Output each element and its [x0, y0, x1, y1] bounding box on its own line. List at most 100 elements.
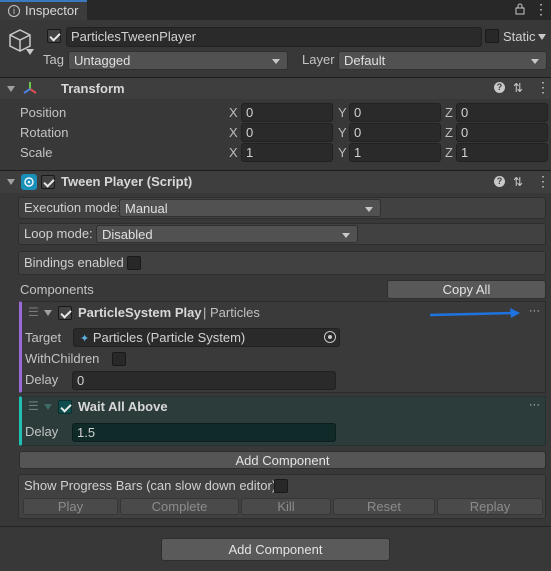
tween-player-title: Tween Player (Script)	[61, 174, 193, 189]
bindings-enabled-label: Bindings enabled	[24, 255, 124, 270]
component-title: Wait All Above	[78, 399, 168, 414]
tag-dropdown[interactable]: Untagged	[68, 51, 288, 70]
static-label: Static	[503, 29, 536, 44]
tab-title: Inspector	[25, 3, 79, 18]
scale-x-field[interactable]: 1	[241, 143, 333, 162]
rotation-y-field[interactable]: 0	[349, 123, 441, 142]
component-more-icon[interactable]: ···	[529, 398, 540, 412]
chevron-down-icon	[272, 59, 280, 64]
component-title: ParticleSystem Play	[78, 305, 202, 320]
chevron-down-icon	[342, 233, 350, 238]
layer-dropdown[interactable]: Default	[338, 51, 547, 70]
script-enabled-checkbox[interactable]	[41, 175, 55, 189]
loop-mode-label: Loop mode:	[24, 226, 93, 241]
object-name-field[interactable]: ParticlesTweenPlayer	[66, 27, 482, 47]
with-children-checkbox[interactable]	[112, 352, 126, 366]
replay-button[interactable]: Replay	[437, 498, 543, 515]
position-y-field[interactable]: 0	[349, 103, 441, 122]
static-checkbox[interactable]	[485, 29, 499, 43]
execution-mode-dropdown[interactable]: Manual	[119, 199, 381, 217]
loop-mode-dropdown[interactable]: Disabled	[96, 225, 358, 243]
reset-button[interactable]: Reset	[333, 498, 435, 515]
show-progress-checkbox[interactable]	[274, 479, 288, 493]
component-enabled-checkbox[interactable]	[58, 400, 72, 414]
target-object-field[interactable]: ✦ Particles (Particle System)	[73, 328, 340, 347]
particle-system-icon: ✦	[80, 333, 90, 345]
kill-button[interactable]: Kill	[241, 498, 331, 515]
transform-title: Transform	[61, 81, 125, 96]
chevron-down-icon	[531, 59, 539, 64]
add-component-button[interactable]: Add Component	[161, 538, 390, 561]
add-tween-component-button[interactable]: Add Component	[19, 451, 546, 469]
axis-z-label[interactable]: Z	[445, 104, 453, 122]
lock-icon[interactable]	[515, 3, 525, 18]
axis-y-label[interactable]: Y	[338, 144, 347, 162]
foldout-arrow[interactable]	[7, 179, 15, 185]
axis-y-label[interactable]: Y	[338, 104, 347, 122]
axis-z-label[interactable]: Z	[445, 144, 453, 162]
scale-y-field[interactable]: 1	[349, 143, 441, 162]
layer-label: Layer	[302, 52, 335, 67]
more-menu-icon[interactable]: ⋮	[536, 80, 550, 94]
components-label: Components	[20, 282, 94, 297]
drag-handle-icon[interactable]: ☰	[28, 305, 39, 319]
active-checkbox[interactable]	[47, 29, 61, 43]
component-more-icon[interactable]: ···	[529, 304, 540, 318]
position-z-field[interactable]: 0	[456, 103, 548, 122]
tag-value: Untagged	[74, 53, 131, 68]
row-label: Position	[20, 105, 67, 120]
transform-header[interactable]: Transform ? ⇅ ⋮	[0, 77, 551, 99]
foldout-arrow[interactable]	[44, 404, 52, 410]
bindings-enabled-checkbox[interactable]	[127, 256, 141, 270]
row-label: Scale	[20, 145, 53, 160]
delay-field[interactable]: 0	[72, 371, 336, 390]
delay-label: Delay	[25, 372, 59, 387]
execution-mode-value: Manual	[125, 201, 168, 216]
loop-mode-value: Disabled	[102, 227, 153, 242]
row-label: Rotation	[20, 125, 69, 140]
component-enabled-checkbox[interactable]	[58, 306, 72, 320]
object-picker-icon[interactable]	[324, 331, 336, 343]
annotation-arrow	[428, 308, 522, 323]
position-x-field[interactable]: 0	[241, 103, 333, 122]
foldout-arrow[interactable]	[7, 86, 15, 92]
transform-icon	[22, 81, 38, 100]
axis-y-label[interactable]: Y	[338, 124, 347, 142]
copy-all-button[interactable]: Copy All	[387, 280, 546, 299]
target-value: Particles (Particle System)	[92, 330, 246, 345]
tag-label: Tag	[43, 52, 64, 67]
delay-label: Delay	[25, 424, 59, 439]
drag-handle-icon[interactable]: ☰	[28, 399, 39, 413]
section-divider	[0, 526, 551, 527]
icon-dropdown-arrow[interactable]	[26, 49, 34, 55]
axis-x-label[interactable]: X	[229, 144, 238, 162]
play-button[interactable]: Play	[23, 498, 118, 515]
complete-button[interactable]: Complete	[120, 498, 239, 515]
delay-field[interactable]: 1.5	[72, 423, 336, 442]
axis-x-label[interactable]: X	[229, 124, 238, 142]
show-progress-label: Show Progress Bars (can slow down editor…	[24, 478, 277, 493]
help-icon[interactable]: ?	[494, 82, 505, 93]
rotation-x-field[interactable]: 0	[241, 123, 333, 142]
more-menu-icon[interactable]: ⋮	[534, 2, 548, 16]
help-icon[interactable]: ?	[494, 176, 505, 187]
component-subtitle: | Particles	[203, 305, 260, 320]
info-icon: i	[8, 5, 20, 17]
scale-z-field[interactable]: 1	[456, 143, 548, 162]
target-label: Target	[25, 330, 62, 345]
rotation-z-field[interactable]: 0	[456, 123, 548, 142]
foldout-arrow[interactable]	[44, 310, 52, 316]
axis-x-label[interactable]: X	[229, 104, 238, 122]
presets-icon[interactable]: ⇅	[513, 81, 523, 95]
layer-value: Default	[344, 53, 386, 68]
static-dropdown-arrow[interactable]	[538, 34, 546, 40]
tween-player-header[interactable]: Tween Player (Script) ? ⇅ ⋮	[0, 170, 551, 193]
axis-z-label[interactable]: Z	[445, 124, 453, 142]
with-children-label: WithChildren	[25, 351, 100, 366]
presets-icon[interactable]: ⇅	[513, 175, 523, 189]
tab-inspector[interactable]: i Inspector	[0, 0, 87, 20]
more-menu-icon[interactable]: ⋮	[536, 174, 550, 188]
script-icon	[21, 174, 37, 190]
execution-mode-label: Execution mode:	[24, 200, 121, 215]
chevron-down-icon	[365, 207, 373, 212]
